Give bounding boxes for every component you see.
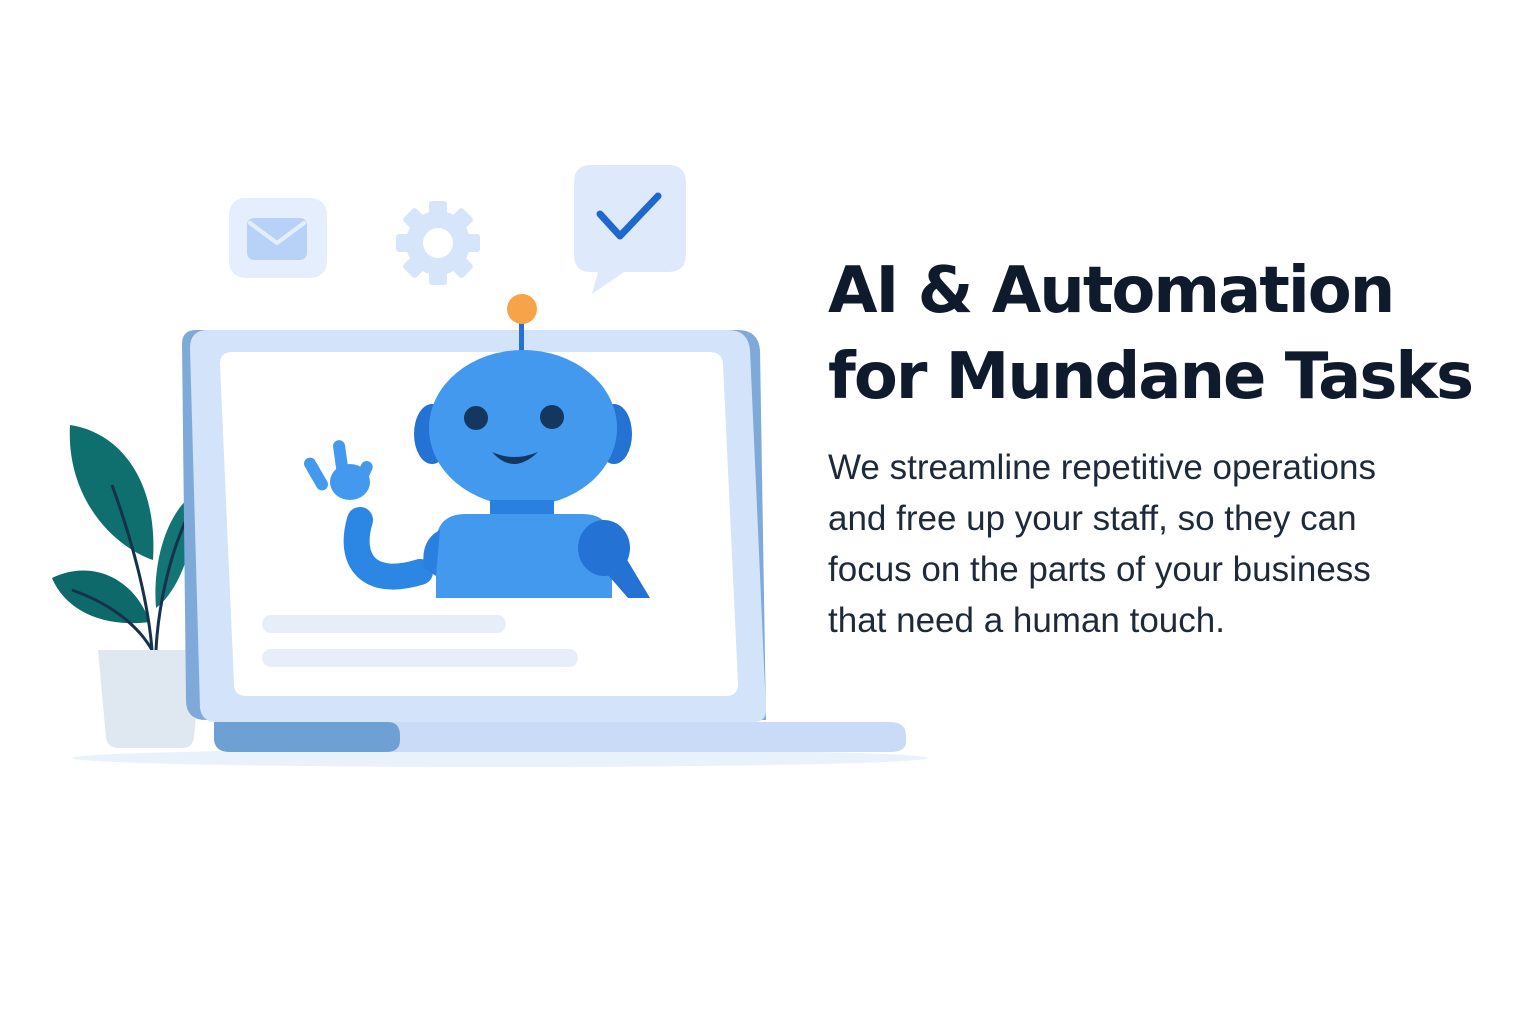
hero-headline: AI & Automation for Mundane Tasks [828, 248, 1508, 420]
hero-description: We streamline repetitive operations and … [828, 442, 1508, 646]
description-line-1: We streamline repetitive operations [828, 448, 1376, 487]
headline-line-1: AI & Automation [828, 254, 1395, 328]
mail-icon [229, 198, 327, 278]
hero-section: AI & Automation for Mundane Tasks We str… [0, 0, 1536, 1024]
plant-icon [52, 425, 202, 748]
description-line-3: focus on the parts of your business [828, 550, 1371, 589]
description-line-2: and free up your staff, so they can [828, 499, 1357, 538]
headline-line-2: for Mundane Tasks [828, 340, 1474, 414]
hero-text: AI & Automation for Mundane Tasks We str… [828, 248, 1508, 646]
gear-icon [396, 201, 480, 285]
description-line-4: that need a human touch. [828, 601, 1225, 640]
checkmark-chat-icon [574, 165, 686, 294]
